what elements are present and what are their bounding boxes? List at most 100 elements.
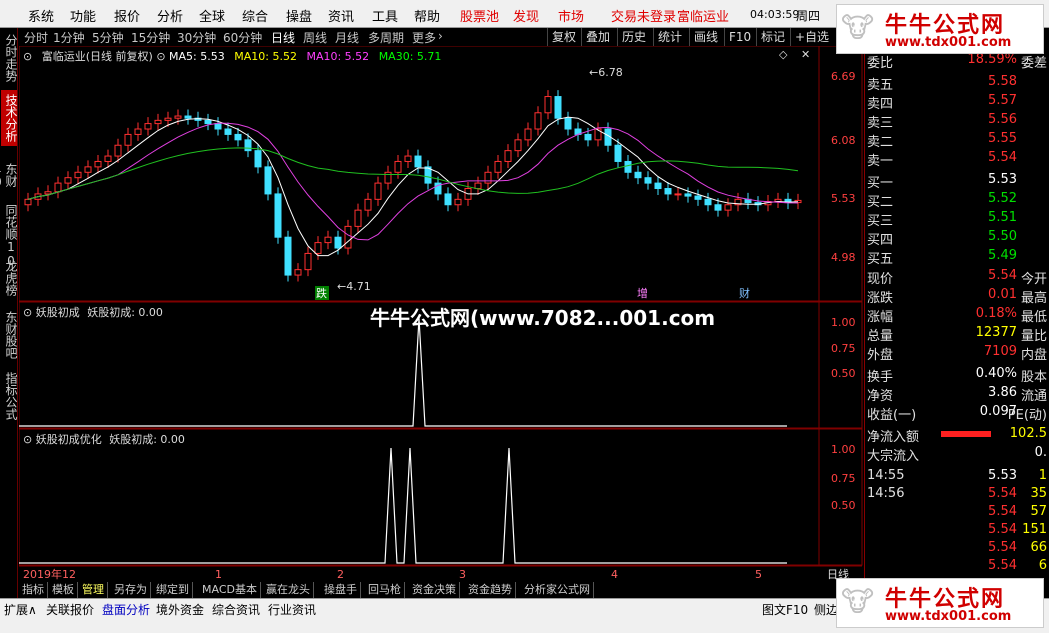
tf-15min[interactable]: 15分钟 [131, 29, 170, 46]
event-marker-finance[interactable]: 财 [739, 286, 750, 300]
menu-system[interactable]: 系统 [28, 6, 54, 25]
candle-body [674, 193, 682, 196]
tab-general-news[interactable]: 综合资讯 [212, 601, 260, 618]
stats-button[interactable]: 统计 [653, 28, 686, 46]
tab-template[interactable]: 模板 [49, 582, 78, 598]
tab-market-analysis[interactable]: 盘面分析 [102, 601, 150, 618]
tab-macd[interactable]: MACD基本 [199, 582, 261, 598]
tab-bind-to[interactable]: 绑定到 [153, 582, 193, 598]
adjust-button[interactable]: 复权 [547, 28, 580, 46]
candle-body [704, 198, 712, 206]
candle-body [444, 193, 452, 206]
tab-save-as[interactable]: 另存为 [111, 582, 151, 598]
trade-login-status[interactable]: 交易未登录 [611, 6, 676, 25]
bid-row-label: 买二 [867, 195, 894, 210]
menu-stock-pool[interactable]: 股票池 [460, 6, 499, 25]
chevron-right-icon[interactable]: › [438, 29, 443, 43]
tf-weekly[interactable]: 周线 [303, 29, 327, 46]
history-button[interactable]: 历史 [617, 28, 650, 46]
stat2-row: 净资 3.86 流通 [867, 385, 1047, 404]
collapse-icon[interactable]: ⊙ [23, 50, 32, 63]
tab-trader[interactable]: 操盘手 [321, 582, 361, 598]
candle-body [354, 209, 362, 227]
sidebar-toggle[interactable]: 侧边 [814, 601, 838, 618]
event-marker-increase[interactable]: 增 [637, 286, 648, 300]
stat-row-value: 7109 [983, 344, 1017, 359]
tab-fund-trend[interactable]: 资金趋势 [465, 582, 516, 598]
tab-guba[interactable]: 东财股吧 [1, 306, 18, 364]
ind1-tick: 0.75 [831, 342, 856, 355]
tf-multi[interactable]: 多周期 [368, 29, 404, 46]
menu-trade[interactable]: 操盘 [286, 6, 312, 25]
stat-row-value: 5.54 [988, 268, 1017, 283]
tab-formula-site[interactable]: 分析家公式网 [521, 582, 594, 598]
menu-analysis[interactable]: 分析 [157, 6, 183, 25]
stock-name-menu[interactable]: 富临运业 [677, 6, 729, 25]
tf-30min[interactable]: 30分钟 [177, 29, 216, 46]
tab-industry-news[interactable]: 行业资讯 [268, 601, 316, 618]
tf-5min[interactable]: 5分钟 [92, 29, 124, 46]
mark-button[interactable]: 标记 [756, 28, 789, 46]
bid-row: 买三 5.51 [867, 210, 1047, 229]
tab-dragon-tiger[interactable]: 龙虎榜 [1, 256, 18, 300]
menu-market[interactable]: 市场 [558, 6, 584, 25]
tab-eastmoney[interactable]: 东财10 [0, 150, 18, 200]
tab-indicator[interactable]: 指标 [19, 582, 48, 598]
bid-row-label: 买一 [867, 176, 894, 191]
main-pane-border [19, 46, 863, 302]
candle-body [264, 166, 272, 195]
menu-composite[interactable]: 综合 [242, 6, 268, 25]
tab-related-quote[interactable]: 关联报价 [46, 601, 94, 618]
stat-row-label: 总量 [867, 329, 894, 344]
tf-more[interactable]: 更多 [412, 29, 436, 46]
add-watchlist-button[interactable]: +自选 [790, 28, 833, 46]
tab-expand[interactable]: 扩展∧ [4, 601, 37, 618]
tf-60min[interactable]: 60分钟 [223, 29, 262, 46]
menu-discover[interactable]: 发现 [513, 6, 539, 25]
collapse-icon[interactable]: ⊙ [23, 433, 32, 446]
ask-row: 卖三 5.56 [867, 112, 1047, 131]
tab-manage[interactable]: 管理 [79, 582, 108, 598]
high-price-label: ←6.78 [589, 66, 623, 79]
candle-body [314, 242, 322, 254]
tab-technical[interactable]: 技术分析 [1, 90, 18, 146]
ma-settings-icon[interactable]: ⊙ [156, 50, 165, 63]
collapse-icon[interactable]: ⊙ [23, 306, 32, 319]
menu-news[interactable]: 资讯 [328, 6, 354, 25]
tick-price: 5.54 [988, 558, 1017, 573]
f10-text-button[interactable]: 图文F10 [762, 601, 808, 618]
tab-fund-decision[interactable]: 资金决策 [409, 582, 460, 598]
draw-button[interactable]: 画线 [689, 28, 722, 46]
menu-quote[interactable]: 报价 [114, 6, 140, 25]
menu-global[interactable]: 全球 [199, 6, 225, 25]
f10-button[interactable]: F10 [724, 28, 755, 46]
tab-formula[interactable]: 指标公式 [1, 368, 18, 424]
watermark-url: www.tdx001.com [885, 35, 1012, 50]
stat-row-label2: 最低 [1020, 310, 1047, 325]
tick-price: 5.54 [988, 504, 1017, 519]
menu-tools[interactable]: 工具 [372, 6, 398, 25]
overlay-button[interactable]: 叠加 [581, 28, 614, 46]
tf-daily[interactable]: 日线 [271, 29, 295, 46]
diamond-icon[interactable]: ◇ [779, 48, 787, 61]
tab-leader[interactable]: 赢在龙头 [263, 582, 314, 598]
tab-foreign-fund[interactable]: 境外资金 [156, 601, 204, 618]
ask-row-label: 卖三 [867, 116, 894, 131]
tf-1min[interactable]: 1分钟 [53, 29, 85, 46]
stat-row: 涨跌 0.01 最高 [867, 287, 1047, 306]
ask-row-label: 卖二 [867, 135, 894, 150]
candle-body [684, 193, 692, 197]
stat-row-label: 涨幅 [867, 310, 894, 325]
menu-function[interactable]: 功能 [70, 6, 96, 25]
tick-row: 5.54 151 [867, 522, 1047, 541]
candle-body [584, 133, 592, 141]
tf-monthly[interactable]: 月线 [335, 29, 359, 46]
tab-huimaqiang[interactable]: 回马枪 [365, 582, 405, 598]
indicator1-title: 妖股初成 [35, 306, 80, 319]
tick-price: 5.53 [988, 468, 1017, 483]
tab-intraday[interactable]: 分时走势 [1, 30, 18, 86]
tf-intraday[interactable]: 分时 [24, 29, 48, 46]
menu-help[interactable]: 帮助 [414, 6, 440, 25]
candle-body [344, 225, 352, 249]
close-icon[interactable]: ✕ [801, 48, 810, 61]
